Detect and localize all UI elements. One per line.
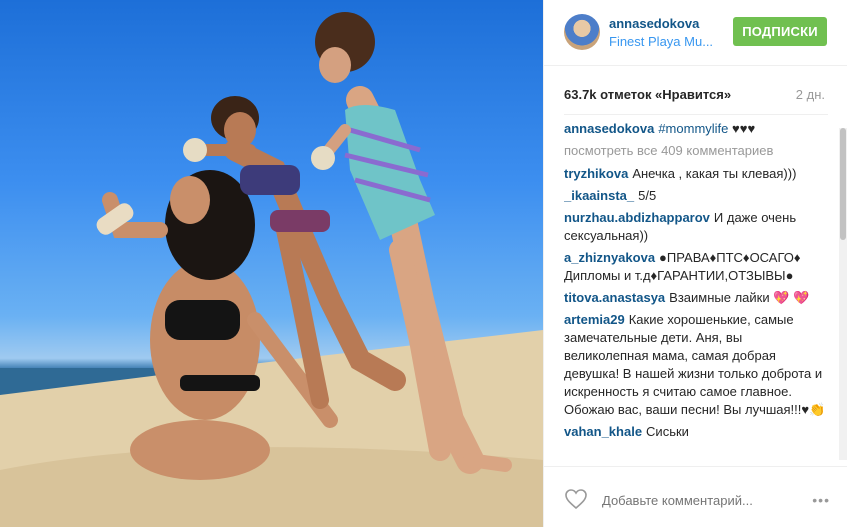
- divider: [564, 114, 828, 115]
- post-photo[interactable]: [0, 0, 543, 527]
- comment-username[interactable]: titova.anastasya: [564, 290, 665, 305]
- comment-item: _ikaainsta_ 5/5: [564, 187, 828, 205]
- comment-bar: •••: [544, 466, 847, 527]
- post-location[interactable]: Finest Playa Mu...: [609, 34, 729, 49]
- caption-username[interactable]: annasedokova: [564, 121, 654, 136]
- post-sidebar: annasedokova Finest Playa Mu... ПОДПИСКИ…: [543, 0, 847, 527]
- comment-text: Анечка , какая ты клевая))): [632, 166, 797, 181]
- comment-username[interactable]: _ikaainsta_: [564, 188, 634, 203]
- comment-username[interactable]: nurzhau.abdizhapparov: [564, 210, 710, 225]
- scrollbar-thumb[interactable]: [840, 128, 846, 240]
- comments-scrollbar[interactable]: [839, 128, 847, 460]
- comment-username[interactable]: vahan_khale: [564, 424, 642, 439]
- post-time: 2 дн.: [795, 87, 825, 102]
- comments-list: annasedokova #mommylife ♥♥♥ посмотреть вс…: [564, 120, 828, 465]
- comment-username[interactable]: artemia29: [564, 312, 625, 327]
- comment-item: vahan_khale Сиськи: [564, 423, 828, 441]
- comment-text: Взаимные лайки 💖 💖: [669, 290, 810, 305]
- likes-count[interactable]: 63.7k отметок «Нравится»: [564, 87, 731, 102]
- heart-icon[interactable]: [564, 488, 588, 510]
- post-username[interactable]: annasedokova: [609, 16, 699, 31]
- view-all-comments-link[interactable]: посмотреть все 409 комментариев: [564, 142, 828, 160]
- caption-hashtag[interactable]: #mommylife: [658, 121, 728, 136]
- comment-text: Сиськи: [646, 424, 689, 439]
- beach-photo-illustration: [0, 12, 543, 527]
- more-options-icon[interactable]: •••: [812, 492, 830, 508]
- comment-item: a_zhiznyakova ●ПРАВА♦ПТС♦ОСАГО♦ Дипломы и…: [564, 249, 828, 285]
- caption-text: ♥♥♥: [732, 121, 756, 136]
- follow-button[interactable]: ПОДПИСКИ: [733, 17, 827, 46]
- post-header: annasedokova Finest Playa Mu... ПОДПИСКИ: [544, 0, 847, 66]
- comment-item: tryzhikova Анечка , какая ты клевая))): [564, 165, 828, 183]
- comment-item: nurzhau.abdizhapparov И даже очень сексуа…: [564, 209, 828, 245]
- comment-username[interactable]: tryzhikova: [564, 166, 628, 181]
- comment-username[interactable]: a_zhiznyakova: [564, 250, 655, 265]
- comment-item: titova.anastasya Взаимные лайки 💖 💖: [564, 289, 828, 307]
- comment-text: Какие хорошенькие, самые замечательные д…: [564, 312, 826, 417]
- add-comment-input[interactable]: [600, 489, 794, 511]
- comment-text: 5/5: [638, 188, 657, 203]
- caption: annasedokova #mommylife ♥♥♥: [564, 120, 828, 138]
- avatar[interactable]: [564, 14, 600, 50]
- comment-item: artemia29 Какие хорошенькие, самые замеча…: [564, 311, 828, 419]
